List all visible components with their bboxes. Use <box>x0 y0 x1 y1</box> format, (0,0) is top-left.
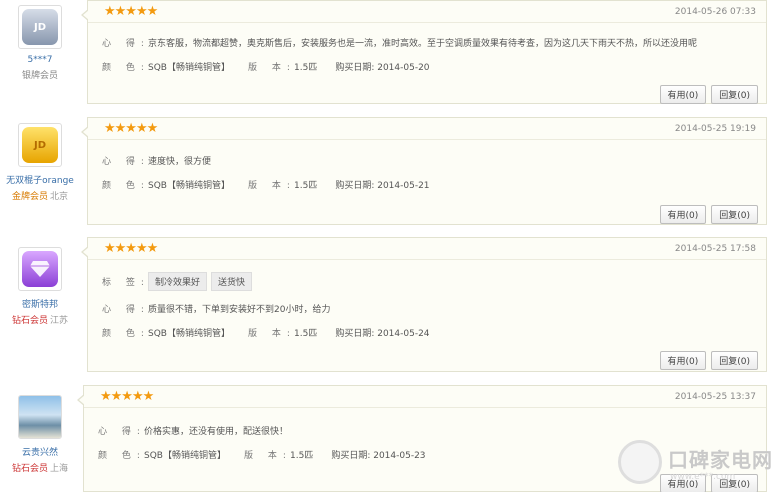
spec-row: 颜 色:SQB【畅销纯铜管】 版 本:1.5匹 购买日期: 2014-05-23 <box>98 448 426 461</box>
reviewer-name[interactable]: 密斯特邦 <box>0 297 80 310</box>
review-box: ★★★★★ 2014-05-26 07:33 心 得:京东客服，物流都超赞，奥克… <box>81 0 767 104</box>
review-date: 2014-05-26 07:33 <box>674 7 756 17</box>
review-header: ★★★★★ 2014-05-25 17:58 <box>88 238 766 260</box>
heart-row: 心 得:价格实惠，还没有使用，配送很快！ <box>98 424 288 437</box>
reviewer-info: 云贵兴然 钻石会员 上海 <box>0 395 80 474</box>
version-value: 1.5匹 <box>293 63 318 73</box>
rating-stars: ★★★★★ <box>104 121 158 136</box>
buy-date: 2014-05-21 <box>377 181 430 191</box>
heart-label: 心 得: <box>98 427 146 437</box>
spec-row: 颜 色:SQB【畅销纯铜管】 版 本:1.5匹 购买日期: 2014-05-21 <box>102 178 430 191</box>
buy-date: 2014-05-24 <box>377 329 430 339</box>
reviewer-level: 钻石会员 江苏 <box>0 313 80 326</box>
review-header: ★★★★★ 2014-05-26 07:33 <box>88 1 766 23</box>
version-label: 版 本: <box>247 181 296 191</box>
site-watermark: 口碑家电网 www.e***.com <box>618 436 772 488</box>
color-label: 颜 色: <box>102 329 150 339</box>
review-header: ★★★★★ 2014-05-25 13:37 <box>84 386 766 408</box>
heart-row: 心 得:质量很不错，下单到安装好不到20小时，给力 <box>102 302 330 315</box>
tag-row: 标 签: 制冷效果好 送货快 <box>102 272 256 291</box>
review-actions: 有用(0) 回复(0) <box>655 351 758 370</box>
tag-label: 标 签: <box>102 278 150 288</box>
review-date: 2014-05-25 19:19 <box>674 124 756 134</box>
color-value: SQB【畅销纯铜管】 <box>148 63 230 73</box>
reviewer-info: JD 无双棍子orange 金牌会员 北京 <box>0 123 80 202</box>
color-label: 颜 色: <box>102 63 150 73</box>
review-tag[interactable]: 制冷效果好 <box>148 272 208 291</box>
heart-label: 心 得: <box>102 39 150 49</box>
useful-button[interactable]: 有用(0) <box>659 205 707 224</box>
avatar[interactable]: JD <box>18 5 62 49</box>
version-value: 1.5匹 <box>289 451 314 461</box>
site-logo-icon <box>618 440 662 484</box>
buy-date-label: 购买日期: <box>335 329 375 339</box>
heart-text: 质量很不错，下单到安装好不到20小时，给力 <box>148 305 331 315</box>
jd-silver-badge-icon: JD <box>22 9 58 45</box>
heart-text: 京东客服，物流都超赞，奥克斯售后，安装服务也是一流，准时高效。至于空调质量效果有… <box>148 39 698 49</box>
heart-label: 心 得: <box>102 305 150 315</box>
rating-stars: ★★★★★ <box>104 4 158 19</box>
reviewer-info: JD 5***7 银牌会员 <box>0 5 80 81</box>
reply-button[interactable]: 回复(0) <box>711 205 758 224</box>
review-header: ★★★★★ 2014-05-25 19:19 <box>88 118 766 140</box>
review-actions: 有用(0) 回复(0) <box>655 205 758 224</box>
reply-button[interactable]: 回复(0) <box>711 85 758 104</box>
spec-row: 颜 色:SQB【畅销纯铜管】 版 本:1.5匹 购买日期: 2014-05-24 <box>102 326 430 339</box>
version-value: 1.5匹 <box>293 329 318 339</box>
review-date: 2014-05-25 13:37 <box>674 392 756 402</box>
heart-label: 心 得: <box>102 157 150 167</box>
heart-text: 速度快，很方便 <box>148 157 212 167</box>
member-level: 钻石会员 <box>11 464 48 474</box>
useful-button[interactable]: 有用(0) <box>659 85 707 104</box>
heart-row: 心 得:京东客服，物流都超赞，奥克斯售后，安装服务也是一流，准时高效。至于空调质… <box>102 36 697 49</box>
color-value: SQB【畅销纯铜管】 <box>148 181 230 191</box>
review-tag[interactable]: 送货快 <box>211 272 253 291</box>
heart-row: 心 得:速度快，很方便 <box>102 154 211 167</box>
buy-date: 2014-05-23 <box>373 451 426 461</box>
version-value: 1.5匹 <box>293 181 318 191</box>
reply-button[interactable]: 回复(0) <box>711 351 758 370</box>
buy-date-label: 购买日期: <box>335 181 375 191</box>
member-level: 银牌会员 <box>21 71 58 81</box>
useful-button[interactable]: 有用(0) <box>659 351 707 370</box>
review-box: ★★★★★ 2014-05-25 19:19 心 得:速度快，很方便 颜 色:S… <box>81 117 767 225</box>
member-level: 金牌会员 <box>11 192 48 202</box>
reviewer-name[interactable]: 无双棍子orange <box>0 173 80 186</box>
reviewer-location: 北京 <box>50 192 69 202</box>
reviewer-name[interactable]: 云贵兴然 <box>0 445 80 458</box>
member-level: 钻石会员 <box>11 316 48 326</box>
watermark-url: www.e***.com <box>670 472 736 482</box>
heart-text: 价格实惠，还没有使用，配送很快！ <box>144 427 289 437</box>
diamond-badge-icon <box>22 251 58 287</box>
buy-date-label: 购买日期: <box>335 63 375 73</box>
rating-stars: ★★★★★ <box>100 389 154 404</box>
avatar[interactable] <box>18 395 62 439</box>
watermark-text: 口碑家电网 <box>668 448 773 472</box>
review-date: 2014-05-25 17:58 <box>674 244 756 254</box>
rating-stars: ★★★★★ <box>104 241 158 256</box>
buy-date-label: 购买日期: <box>331 451 371 461</box>
review-actions: 有用(0) 回复(0) <box>655 85 758 104</box>
jd-gold-badge-icon: JD <box>22 127 58 163</box>
version-label: 版 本: <box>243 451 292 461</box>
reviewer-location: 上海 <box>50 464 69 474</box>
color-label: 颜 色: <box>102 181 150 191</box>
reviewer-level: 银牌会员 <box>0 68 80 81</box>
version-label: 版 本: <box>247 63 296 73</box>
avatar[interactable] <box>18 247 62 291</box>
color-label: 颜 色: <box>98 451 146 461</box>
color-value: SQB【畅销纯铜管】 <box>144 451 226 461</box>
user-photo-icon <box>19 396 61 438</box>
reviewer-level: 钻石会员 上海 <box>0 461 80 474</box>
reviewer-name[interactable]: 5***7 <box>0 55 80 65</box>
buy-date: 2014-05-20 <box>377 63 430 73</box>
review-box: ★★★★★ 2014-05-25 17:58 标 签: 制冷效果好 送货快 心 得:… <box>81 237 767 372</box>
version-label: 版 本: <box>247 329 296 339</box>
spec-row: 颜 色:SQB【畅销纯铜管】 版 本:1.5匹 购买日期: 2014-05-20 <box>102 60 430 73</box>
color-value: SQB【畅销纯铜管】 <box>148 329 230 339</box>
reviewer-location: 江苏 <box>50 316 69 326</box>
reviewer-info: 密斯特邦 钻石会员 江苏 <box>0 247 80 326</box>
avatar[interactable]: JD <box>18 123 62 167</box>
reviewer-level: 金牌会员 北京 <box>0 189 80 202</box>
